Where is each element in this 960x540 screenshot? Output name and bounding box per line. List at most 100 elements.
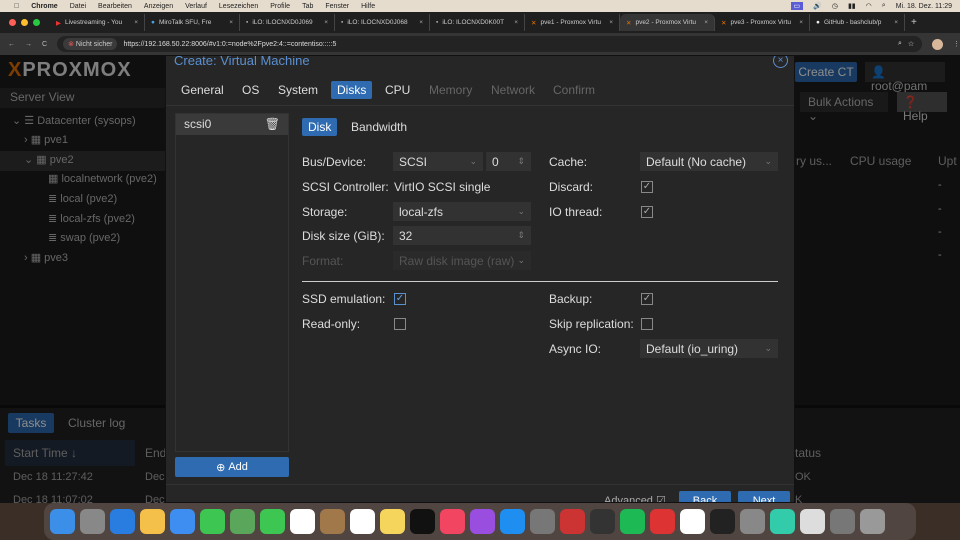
- dock-messages-icon[interactable]: Messages: [200, 509, 225, 534]
- dock-downloads-icon[interactable]: Downloads: [830, 509, 855, 534]
- not-secure-badge[interactable]: ⊗ Nicht sicher: [63, 38, 118, 50]
- dock-scrobbles-icon[interactable]: Scrobbles: [560, 509, 585, 534]
- browser-tab[interactable]: ✕ pve3 - Proxmox Virtu ×: [715, 14, 810, 31]
- dock-music-icon[interactable]: Music: [440, 509, 465, 534]
- back-icon[interactable]: ←: [8, 41, 15, 48]
- close-tab-icon[interactable]: ×: [894, 19, 898, 26]
- device-stepper[interactable]: 0 ⇕: [486, 152, 531, 171]
- browser-tab[interactable]: ▪ iLO: ILOCNXD0J068 ×: [335, 14, 430, 31]
- storage-select[interactable]: local-zfs ⌄: [393, 202, 531, 221]
- dock-calendar-18-icon[interactable]: Calendar 18: [290, 509, 315, 534]
- menu-kebab-icon[interactable]: ⋮: [953, 40, 960, 48]
- browser-tab[interactable]: ● MiroTalk SFU, Fre ×: [145, 14, 240, 31]
- close-tab-icon[interactable]: ×: [799, 19, 803, 26]
- bookmark-star-icon[interactable]: ☆: [908, 40, 914, 48]
- tab-general[interactable]: General: [175, 81, 230, 99]
- menu-tab[interactable]: Tab: [302, 3, 313, 10]
- apple-icon[interactable]: : [14, 3, 19, 10]
- menu-profile[interactable]: Profile: [270, 3, 290, 10]
- dock-trash-icon[interactable]: Trash: [860, 509, 885, 534]
- dock-sync-icon[interactable]: Sync: [770, 509, 795, 534]
- menu-verlauf[interactable]: Verlauf: [185, 3, 207, 10]
- iothread-checkbox[interactable]: ✓: [641, 206, 653, 218]
- dock-terminal-icon[interactable]: Terminal: [710, 509, 735, 534]
- back-button[interactable]: Back: [679, 491, 731, 502]
- browser-tab[interactable]: ▶ Livestreaming - You ×: [50, 14, 145, 31]
- close-window-button[interactable]: [9, 19, 16, 26]
- browser-tab[interactable]: ✕ pve2 - Proxmox Virtu ×: [620, 14, 715, 31]
- menu-app[interactable]: Chrome: [31, 3, 57, 10]
- dock-photos-icon[interactable]: Photos: [140, 509, 165, 534]
- profile-avatar[interactable]: [932, 38, 943, 50]
- close-tab-icon[interactable]: ×: [704, 19, 708, 26]
- skip-replication-checkbox[interactable]: [641, 318, 653, 330]
- dock-launchpad-icon[interactable]: Launchpad: [80, 509, 105, 534]
- cache-select[interactable]: Default (No cache) ⌄: [640, 152, 778, 171]
- close-tab-icon[interactable]: ×: [229, 19, 233, 26]
- close-icon[interactable]: ×: [773, 56, 788, 68]
- maximize-window-button[interactable]: [33, 19, 40, 26]
- dock-finder-icon[interactable]: Finder: [50, 509, 75, 534]
- dock-reminders-icon[interactable]: Reminders: [350, 509, 375, 534]
- clock-text[interactable]: Mi. 18. Dez. 11:29: [896, 3, 952, 10]
- search-icon[interactable]: ⌕: [882, 2, 886, 10]
- dock-quicktime-icon[interactable]: QuickTime: [590, 509, 615, 534]
- disk-size-input[interactable]: 32 ⇕: [393, 226, 531, 245]
- tab-system[interactable]: System: [272, 81, 324, 99]
- battery-icon[interactable]: ▮▮: [848, 2, 856, 10]
- discard-checkbox[interactable]: ✓: [641, 181, 653, 193]
- subtab-bandwidth[interactable]: Bandwidth: [345, 118, 413, 136]
- new-tab-button[interactable]: +: [905, 17, 923, 28]
- bus-select[interactable]: SCSI ⌄: [393, 152, 483, 171]
- dock-maps-icon[interactable]: Maps: [230, 509, 255, 534]
- trash-icon[interactable]: 🗑: [265, 117, 280, 132]
- backup-checkbox[interactable]: ✓: [641, 293, 653, 305]
- dock-spotify-icon[interactable]: Spotify: [620, 509, 645, 534]
- minimize-window-button[interactable]: [21, 19, 28, 26]
- add-disk-button[interactable]: ⊕ Add: [175, 457, 289, 477]
- screen-share-icon[interactable]: ▭: [790, 2, 804, 10]
- menu-lesezeichen[interactable]: Lesezeichen: [219, 3, 258, 10]
- dock-document-icon[interactable]: Document: [800, 509, 825, 534]
- volume-icon[interactable]: 🔊: [813, 2, 822, 10]
- wifi-icon[interactable]: ◠: [866, 2, 872, 10]
- close-tab-icon[interactable]: ×: [134, 19, 138, 26]
- dock-podcasts-icon[interactable]: Podcasts: [470, 509, 495, 534]
- dock-app-store-icon[interactable]: App Store: [500, 509, 525, 534]
- ssd-emulation-checkbox[interactable]: ✓: [394, 293, 406, 305]
- readonly-checkbox[interactable]: [394, 318, 406, 330]
- close-tab-icon[interactable]: ×: [609, 19, 613, 26]
- advanced-toggle[interactable]: Advanced ☑: [604, 494, 666, 502]
- dock-contacts-icon[interactable]: Contacts: [320, 509, 345, 534]
- reload-icon[interactable]: C: [42, 41, 47, 48]
- url-text[interactable]: https://192.168.50.22:8006/#v1:0:=node%2…: [123, 41, 892, 48]
- dock-tomato-icon[interactable]: Tomato: [650, 509, 675, 534]
- subtab-disk[interactable]: Disk: [302, 118, 338, 136]
- dock-system-settings-icon[interactable]: System Settings: [530, 509, 555, 534]
- url-bar[interactable]: ⊗ Nicht sicher https://192.168.50.22:800…: [57, 36, 923, 52]
- menu-anzeigen[interactable]: Anzeigen: [144, 3, 173, 10]
- next-button[interactable]: Next: [738, 491, 790, 502]
- forward-icon[interactable]: →: [25, 41, 32, 48]
- menu-bearbeiten[interactable]: Bearbeiten: [98, 3, 132, 10]
- tab-os[interactable]: OS: [236, 81, 265, 99]
- close-tab-icon[interactable]: ×: [419, 19, 423, 26]
- dock-notes-icon[interactable]: Notes: [380, 509, 405, 534]
- menu-fenster[interactable]: Fenster: [325, 3, 349, 10]
- dock-safari-icon[interactable]: Safari: [110, 509, 135, 534]
- disk-list-item[interactable]: scsi0 🗑: [176, 114, 288, 135]
- clock-icon[interactable]: ◷: [832, 2, 838, 10]
- close-tab-icon[interactable]: ×: [324, 19, 328, 26]
- dock-chrome-icon[interactable]: Chrome: [680, 509, 705, 534]
- dock-calculator-icon[interactable]: Calculator: [740, 509, 765, 534]
- browser-tab[interactable]: ▪ iLO: ILOCNXD0J069 ×: [240, 14, 335, 31]
- browser-tab[interactable]: ▪ iLO: ILOCNXD0K00T ×: [430, 14, 525, 31]
- browser-tab[interactable]: ● GitHub - bashclub/p ×: [810, 14, 905, 31]
- menu-datei[interactable]: Datei: [70, 3, 86, 10]
- dock-facetime-icon[interactable]: FaceTime: [260, 509, 285, 534]
- async-io-select[interactable]: Default (io_uring) ⌄: [640, 339, 778, 358]
- tab-disks[interactable]: Disks: [331, 81, 373, 99]
- zoom-icon[interactable]: ⌕: [898, 40, 902, 48]
- tab-cpu[interactable]: CPU: [379, 81, 416, 99]
- dock-mail-icon[interactable]: Mail: [170, 509, 195, 534]
